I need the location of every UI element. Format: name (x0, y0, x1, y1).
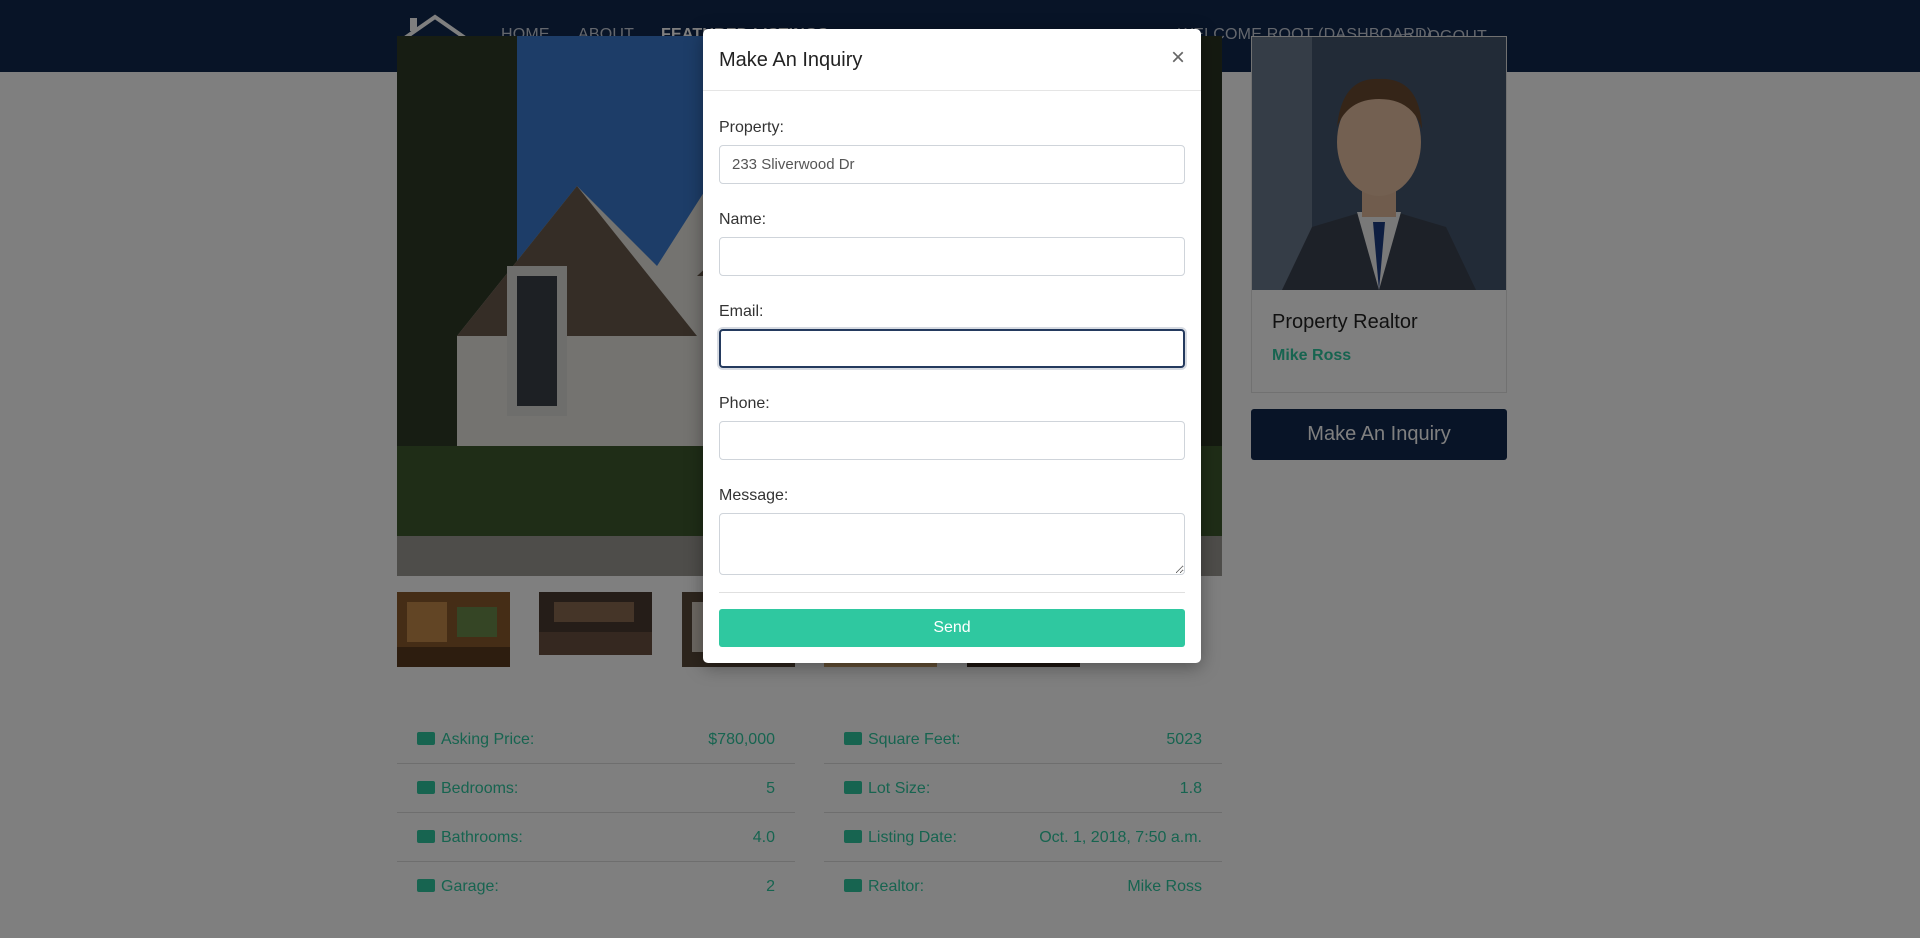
modal-divider (719, 592, 1185, 593)
property-label: Property: (719, 119, 784, 136)
email-label: Email: (719, 303, 764, 320)
close-icon[interactable]: × (1171, 46, 1185, 70)
modal-title: Make An Inquiry (719, 49, 863, 71)
message-label: Message: (719, 487, 789, 504)
name-field[interactable] (719, 237, 1185, 276)
phone-field[interactable] (719, 421, 1185, 460)
modal-header: Make An Inquiry × (703, 29, 1201, 91)
phone-label: Phone: (719, 395, 770, 412)
property-field[interactable] (719, 145, 1185, 184)
email-field[interactable] (719, 329, 1185, 368)
name-label: Name: (719, 211, 767, 228)
message-field[interactable] (719, 513, 1185, 575)
send-button[interactable]: Send (719, 609, 1185, 647)
inquiry-modal: Make An Inquiry × Property: Name: Email:… (703, 29, 1201, 663)
